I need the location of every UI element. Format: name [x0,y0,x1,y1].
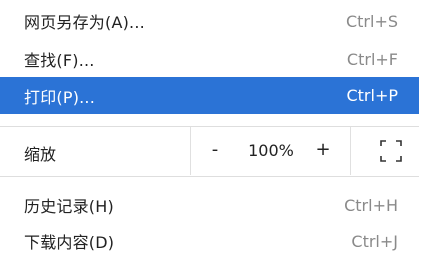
zoom-in-button[interactable]: + [312,139,334,160]
menu-item-shortcut: Ctrl+F [346,49,398,69]
zoom-label: 缩放 [24,145,57,164]
menu-item-history[interactable]: 历史记录(H) Ctrl+H [0,187,419,223]
menu-item-label: 查找(F)... [24,51,95,70]
fullscreen-button[interactable] [378,138,404,164]
menu-item-print[interactable]: 打印(P)... Ctrl+P [0,77,419,114]
menu-item-label: 历史记录(H) [24,197,114,216]
fullscreen-icon [380,140,402,162]
zoom-level: 100% [248,141,294,160]
menu-item-shortcut: Ctrl+H [344,195,398,215]
menu-item-find[interactable]: 查找(F)... Ctrl+F [0,41,419,77]
menu-item-label: 打印(P)... [24,87,95,107]
zoom-controls: - 100% + [190,127,351,175]
menu-item-label: 下载内容(D) [24,233,115,252]
menu-item-shortcut: Ctrl+S [345,11,398,31]
menu-item-shortcut: Ctrl+P [346,86,398,105]
zoom-out-button[interactable]: - [204,139,226,160]
context-menu: 网页另存为(A)... Ctrl+S 查找(F)... Ctrl+F 打印(P)… [0,0,431,260]
menu-separator [0,176,419,177]
menu-item-save-page-as[interactable]: 网页另存为(A)... Ctrl+S [0,3,419,39]
menu-item-label: 网页另存为(A)... [24,13,145,32]
menu-item-shortcut: Ctrl+J [351,231,398,251]
zoom-row: 缩放 - 100% + [0,127,419,175]
menu-item-downloads[interactable]: 下载内容(D) Ctrl+J [0,223,419,259]
